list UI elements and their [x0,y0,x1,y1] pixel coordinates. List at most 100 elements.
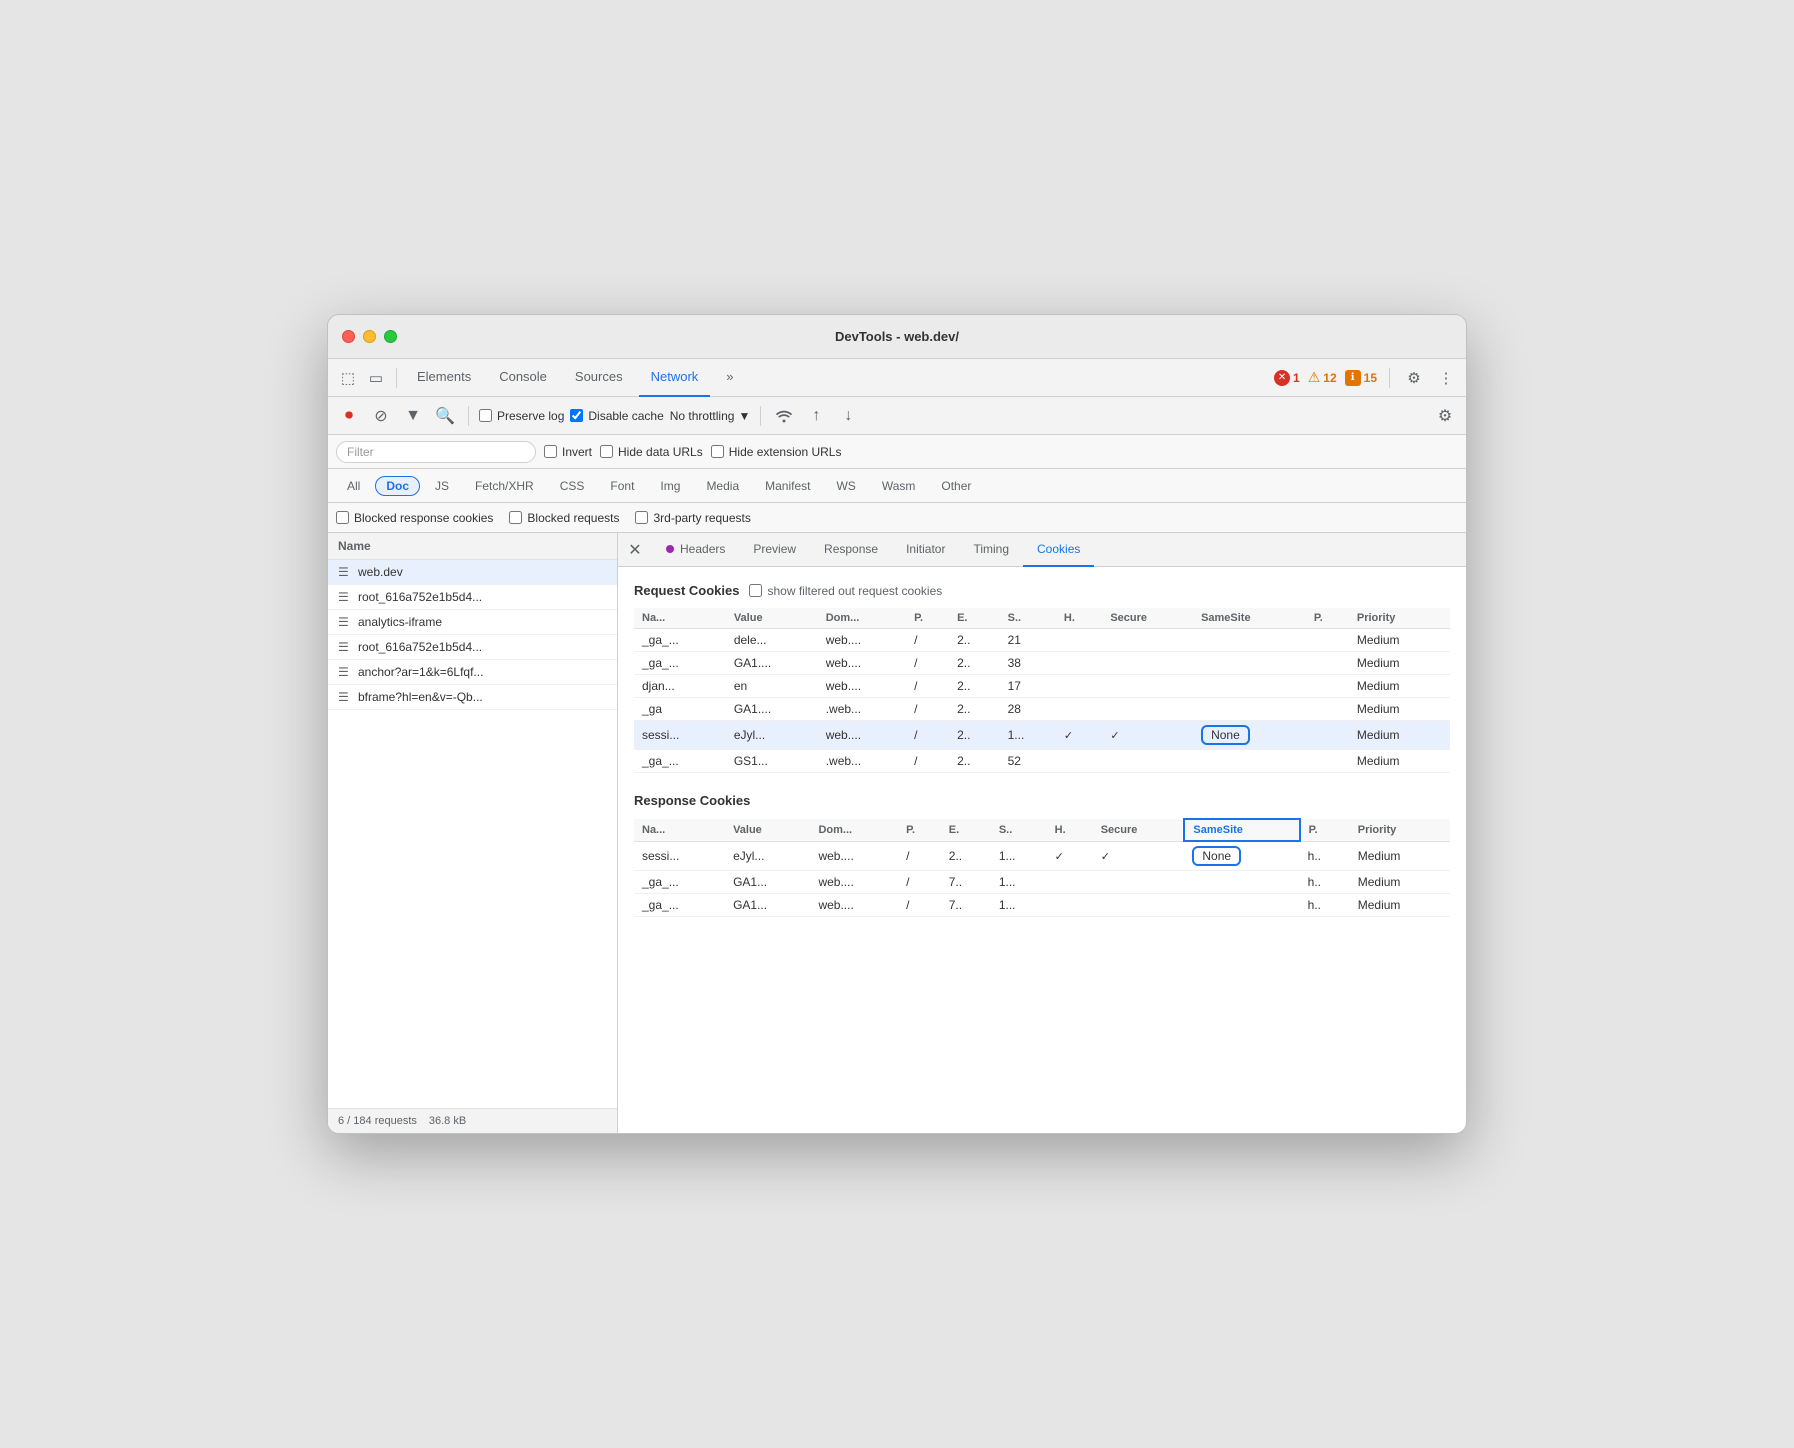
show-filtered-checkbox[interactable]: show filtered out request cookies [749,584,942,598]
tab-initiator[interactable]: Initiator [892,533,959,567]
sidebar-item-analytics[interactable]: ☰ analytics-iframe [328,610,617,635]
separator [1389,368,1390,388]
sidebar: Name ☰ web.dev ☰ root_616a752e1b5d4... ☰… [328,533,618,1133]
table-row-highlighted[interactable]: sessi... eJyl... web.... / 2.. 1... ✓ ✓ … [634,721,1450,750]
download-icon[interactable]: ↓ [835,403,861,429]
sidebar-item-root2[interactable]: ☰ root_616a752e1b5d4... [328,635,617,660]
tab-preview[interactable]: Preview [739,533,810,567]
top-toolbar: ⬚ ▭ Elements Console Sources Network » ✕ [328,359,1466,397]
document-icon: ☰ [338,615,352,629]
separator [468,406,469,426]
response-cookies-table: Na... Value Dom... P. E. S.. H. Secure S… [634,818,1450,917]
wifi-icon[interactable] [771,403,797,429]
res-btn-manifest[interactable]: Manifest [754,476,821,496]
table-row[interactable]: _ga_... GA1... web.... / 7.. 1... h.. [634,871,1450,894]
sidebar-item-webdev[interactable]: ☰ web.dev [328,560,617,585]
col-samesite: SameSite [1193,608,1306,629]
blocked-cookies-input[interactable] [336,511,349,524]
tab-cookies[interactable]: Cookies [1023,533,1094,567]
sidebar-item-anchor[interactable]: ☰ anchor?ar=1&k=6Lfqf... [328,660,617,685]
network-settings-icon[interactable]: ⚙ [1432,403,1458,429]
info-badge: ℹ 15 [1345,370,1377,386]
show-filtered-input[interactable] [749,584,762,597]
warning-count: 12 [1323,371,1336,385]
third-party-checkbox[interactable]: 3rd-party requests [635,511,750,525]
res-btn-wasm[interactable]: Wasm [871,476,927,496]
device-toolbar-icon[interactable]: ▭ [364,366,388,390]
res-btn-img[interactable]: Img [649,476,691,496]
secure-check: ✓ [1101,851,1110,863]
table-row[interactable]: _ga_... dele... web.... / 2.. 21 Med [634,629,1450,652]
table-row[interactable]: _ga GA1.... .web... / 2.. 28 Medium [634,698,1450,721]
traffic-lights [342,330,397,343]
chevron-down-icon: ▼ [738,409,750,423]
blocked-requests-checkbox[interactable]: Blocked requests [509,511,619,525]
tab-more[interactable]: » [714,359,745,397]
request-count: 6 / 184 requests [338,1115,417,1127]
sidebar-item-bframe[interactable]: ☰ bframe?hl=en&v=-Qb... [328,685,617,710]
tab-network[interactable]: Network [639,359,711,397]
hide-data-urls-checkbox[interactable]: Hide data URLs [600,445,703,459]
cursor-icon[interactable]: ⬚ [336,366,360,390]
minimize-button[interactable] [363,330,376,343]
close-button[interactable] [342,330,355,343]
hide-ext-urls-input[interactable] [711,445,724,458]
invert-input[interactable] [544,445,557,458]
table-row[interactable]: sessi... eJyl... web.... / 2.. 1... ✓ ✓ … [634,841,1450,871]
col-priority-abbr: P. [1300,819,1350,841]
col-size: S.. [991,819,1047,841]
tab-response[interactable]: Response [810,533,892,567]
res-btn-media[interactable]: Media [695,476,750,496]
col-path: P. [906,608,949,629]
filter-button[interactable]: ▼ [400,403,426,429]
col-expires: E. [949,608,1000,629]
blocked-cookies-checkbox[interactable]: Blocked response cookies [336,511,493,525]
preserve-log-input[interactable] [479,409,492,422]
hide-ext-urls-checkbox[interactable]: Hide extension URLs [711,445,842,459]
upload-icon[interactable]: ↑ [803,403,829,429]
clear-button[interactable]: ⊘ [368,403,394,429]
table-row[interactable]: djan... en web.... / 2.. 17 Medium [634,675,1450,698]
close-panel-button[interactable]: ✕ [622,537,648,563]
tab-elements[interactable]: Elements [405,359,483,397]
tab-sources[interactable]: Sources [563,359,635,397]
more-icon[interactable]: ⋮ [1434,366,1458,390]
transfer-size: 36.8 kB [429,1115,466,1127]
samesite-none-badge: None [1201,725,1250,745]
secure-check: ✓ [1110,730,1119,742]
preserve-log-checkbox[interactable]: Preserve log [479,409,564,423]
res-btn-font[interactable]: Font [599,476,645,496]
disable-cache-checkbox[interactable]: Disable cache [570,409,663,423]
devtools-body: ⬚ ▭ Elements Console Sources Network » ✕ [328,359,1466,1133]
res-btn-all[interactable]: All [336,476,371,496]
col-value: Value [725,819,810,841]
throttle-select[interactable]: No throttling ▼ [670,409,751,423]
res-btn-ws[interactable]: WS [825,476,866,496]
warning-badge: ⚠ 12 [1308,369,1337,386]
error-count: 1 [1293,371,1300,385]
disable-cache-input[interactable] [570,409,583,422]
third-party-input[interactable] [635,511,648,524]
blocked-requests-input[interactable] [509,511,522,524]
table-row[interactable]: _ga_... GA1... web.... / 7.. 1... h.. [634,894,1450,917]
res-btn-other[interactable]: Other [930,476,982,496]
invert-checkbox[interactable]: Invert [544,445,592,459]
hide-data-urls-input[interactable] [600,445,613,458]
table-row[interactable]: _ga_... GS1... .web... / 2.. 52 Medi [634,750,1450,773]
table-row[interactable]: _ga_... GA1.... web.... / 2.. 38 Med [634,652,1450,675]
settings-icon[interactable]: ⚙ [1402,366,1426,390]
search-button[interactable]: 🔍 [432,403,458,429]
tab-headers[interactable]: Headers [652,533,739,567]
res-btn-fetch-xhr[interactable]: Fetch/XHR [464,476,545,496]
record-button[interactable]: ⏺ [336,403,362,429]
tab-console[interactable]: Console [487,359,559,397]
col-secure: Secure [1093,819,1185,841]
devtools-window: DevTools - web.dev/ ⬚ ▭ Elements Console… [327,314,1467,1134]
sidebar-item-root1[interactable]: ☰ root_616a752e1b5d4... [328,585,617,610]
tab-timing[interactable]: Timing [959,533,1023,567]
res-btn-css[interactable]: CSS [549,476,596,496]
maximize-button[interactable] [384,330,397,343]
res-btn-js[interactable]: JS [424,476,460,496]
filter-input[interactable] [336,441,536,463]
res-btn-doc[interactable]: Doc [375,476,420,496]
